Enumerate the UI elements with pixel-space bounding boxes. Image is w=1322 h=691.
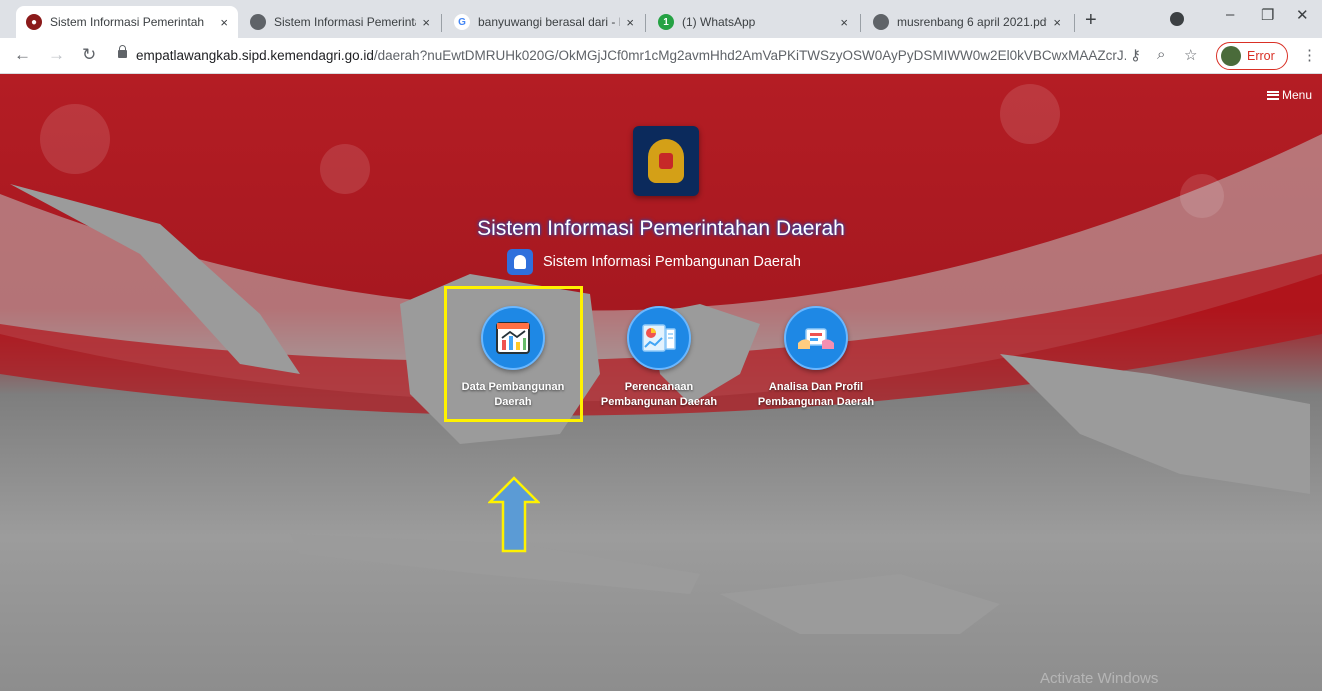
- activate-windows-watermark: Activate Windows: [1040, 670, 1159, 687]
- page-title: Sistem Informasi Pemerintahan Daerah: [477, 217, 845, 240]
- key-icon[interactable]: ⚷: [1130, 46, 1141, 64]
- tab-active[interactable]: ● Sistem Informasi Pemerintah ×: [16, 6, 238, 38]
- menu-item-perencanaan[interactable]: Perencanaan Pembangunan Daerah: [599, 306, 719, 410]
- tab-title: banyuwangi berasal dari - Pe: [478, 15, 621, 29]
- zoom-icon[interactable]: ⌕: [1157, 46, 1165, 63]
- tab-divider: [441, 14, 442, 32]
- back-arrow-icon[interactable]: ←: [14, 45, 31, 65]
- menu-button[interactable]: Menu: [1266, 88, 1312, 102]
- tab-divider: [860, 14, 861, 32]
- bokeh-decoration: [320, 144, 370, 194]
- tab-item[interactable]: G banyuwangi berasal dari - Pe ×: [444, 6, 644, 38]
- browser-toolbar: ← → ↻ empatlawangkab.sipd.kemendagri.go.…: [0, 38, 1322, 74]
- globe-icon: [873, 14, 889, 30]
- restore-icon[interactable]: ❐: [1261, 6, 1274, 24]
- lock-icon[interactable]: [118, 45, 127, 58]
- bokeh-decoration: [40, 104, 110, 174]
- browser-tab-bar: ● Sistem Informasi Pemerintah × Sistem I…: [0, 0, 1322, 38]
- menu-item-label-line1: Analisa Dan Profil: [768, 381, 864, 393]
- profile-status-label: Error: [1247, 49, 1275, 63]
- menu-item-label-line1: Perencanaan: [624, 381, 694, 393]
- tab-title: Sistem Informasi Pemerintah: [274, 15, 417, 29]
- google-icon: G: [454, 14, 470, 30]
- star-icon[interactable]: ☆: [1184, 46, 1197, 64]
- planning-report-icon[interactable]: [627, 306, 691, 370]
- tab-title: (1) WhatsApp: [682, 15, 756, 29]
- tab-item[interactable]: Sistem Informasi Pemerintah ×: [240, 6, 440, 38]
- highlight-box-annotation: [444, 286, 583, 422]
- menu-item-label-line2: Pembangunan Daerah: [600, 396, 718, 408]
- garuda-emblem-icon: [648, 139, 684, 183]
- forward-arrow-icon[interactable]: →: [48, 45, 65, 65]
- address-bar[interactable]: empatlawangkab.sipd.kemendagri.go.id/dae…: [136, 48, 1126, 63]
- tab-divider: [645, 14, 646, 32]
- subtitle-row: Sistem Informasi Pembangunan Daerah: [507, 249, 801, 275]
- reload-icon[interactable]: ↻: [82, 45, 96, 65]
- menu-item-label-line2: Pembangunan Daerah: [757, 396, 875, 408]
- tab-close-icon[interactable]: ×: [626, 15, 634, 30]
- url-host: empatlawangkab.sipd.kemendagri.go.id: [136, 48, 374, 63]
- government-emblem-logo: [633, 126, 699, 196]
- new-tab-button[interactable]: +: [1085, 9, 1097, 32]
- sipd-logo-icon: [507, 249, 533, 275]
- avatar: [1221, 46, 1241, 66]
- tab-search-icon[interactable]: [1170, 12, 1184, 26]
- tab-close-icon[interactable]: ×: [840, 15, 848, 30]
- tab-item[interactable]: 1 (1) WhatsApp ×: [648, 6, 858, 38]
- page-subtitle: Sistem Informasi Pembangunan Daerah: [543, 254, 801, 270]
- globe-icon: [250, 14, 266, 30]
- page-content: Menu Sistem Informasi Pemerintahan Daera…: [0, 74, 1322, 691]
- minimize-icon[interactable]: –: [1226, 6, 1234, 23]
- tab-item[interactable]: musrenbang 6 april 2021.pdf ×: [863, 6, 1071, 38]
- tab-title: musrenbang 6 april 2021.pdf: [897, 15, 1048, 29]
- more-menu-icon[interactable]: ⋮: [1302, 46, 1317, 64]
- site-favicon-icon: ●: [26, 14, 42, 30]
- up-arrow-annotation: [488, 476, 540, 553]
- tab-close-icon[interactable]: ×: [1053, 15, 1061, 30]
- url-path: /daerah?nuEwtDMRUHk020G/OkMGjJCf0mr1cMg2…: [373, 48, 1126, 63]
- profile-error-button[interactable]: Error: [1216, 42, 1288, 70]
- bokeh-decoration: [1000, 84, 1060, 144]
- whatsapp-icon: 1: [658, 14, 674, 30]
- menu-label: Menu: [1281, 88, 1312, 102]
- menu-item-analisa-profil[interactable]: Analisa Dan Profil Pembangunan Daerah: [756, 306, 876, 410]
- tab-divider: [1074, 14, 1075, 32]
- bokeh-decoration: [1180, 174, 1224, 218]
- hamburger-icon: [1266, 90, 1279, 100]
- tab-close-icon[interactable]: ×: [220, 15, 228, 30]
- tab-close-icon[interactable]: ×: [422, 15, 430, 30]
- tab-title: Sistem Informasi Pemerintah: [50, 15, 205, 29]
- analysis-profile-icon[interactable]: [784, 306, 848, 370]
- close-window-icon[interactable]: ✕: [1296, 6, 1309, 24]
